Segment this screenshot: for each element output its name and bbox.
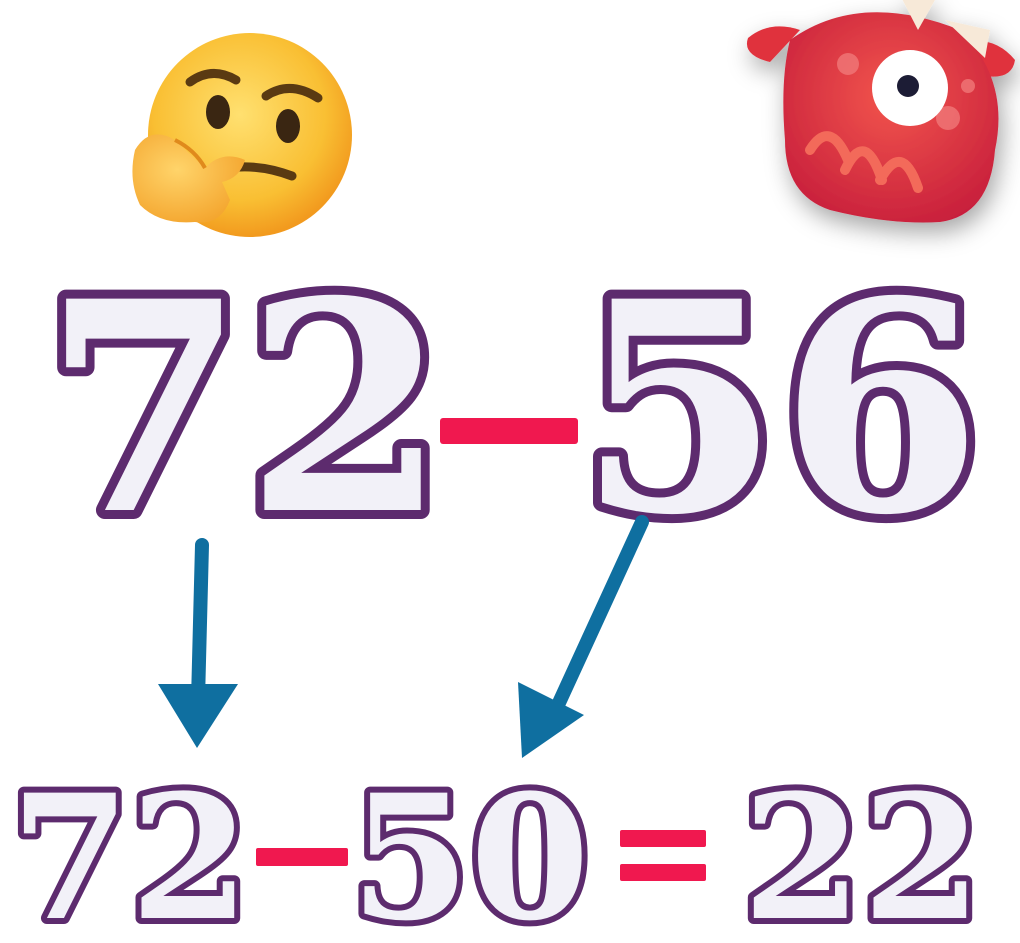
- solution-result: 22: [742, 756, 981, 943]
- subtraction-diagram: 72 56 72 50 22: [4, 0, 1015, 943]
- problem-expression: 72 56: [34, 230, 991, 588]
- thinking-face-icon: [132, 33, 352, 237]
- solution-minuend: 72: [10, 756, 249, 943]
- equals-sign: [620, 830, 706, 881]
- solution-rounded-subtrahend: 50: [350, 756, 589, 943]
- minus-sign-top: [440, 418, 578, 444]
- solution-expression: 72 50 22: [4, 750, 987, 943]
- red-monster-icon: [746, 0, 1015, 223]
- minus-sign-bottom: [256, 848, 348, 866]
- problem-minuend: 72: [43, 239, 447, 579]
